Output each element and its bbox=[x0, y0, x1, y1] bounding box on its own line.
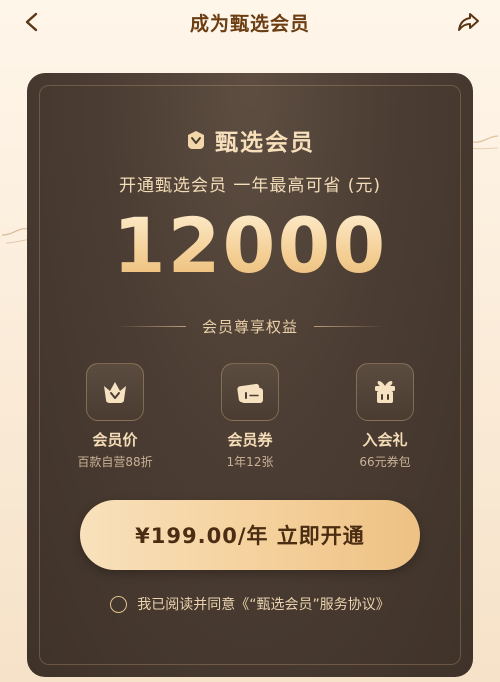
benefit-desc: 百款自营88折 bbox=[77, 455, 153, 469]
coupon-icon bbox=[237, 383, 263, 403]
gift-icon bbox=[375, 381, 395, 403]
benefit-title: 入会礼 bbox=[362, 431, 408, 449]
agreement-text[interactable]: 我已阅读并同意《“甄选会员”服务协议》 bbox=[137, 594, 390, 614]
agreement-checkbox[interactable] bbox=[110, 595, 128, 613]
benefit-member-price[interactable]: 会员价 百款自营88折 bbox=[55, 363, 175, 470]
benefits-header: 会员尊享权益 bbox=[27, 316, 473, 337]
back-button[interactable] bbox=[18, 8, 46, 36]
membership-card: 甄选会员 开通甄选会员 一年最高可省 (元) 12000 会员尊享权益 会员价 … bbox=[27, 73, 473, 677]
agreement-row: 我已阅读并同意《“甄选会员”服务协议》 bbox=[27, 594, 473, 614]
subscribe-button[interactable]: ¥199.00/年 立即开通 bbox=[80, 500, 420, 570]
page-title: 成为甄选会员 bbox=[189, 12, 310, 35]
benefit-title: 会员价 bbox=[92, 431, 138, 449]
share-arrow-icon bbox=[458, 13, 479, 31]
benefit-desc: 66元券包 bbox=[359, 455, 411, 469]
benefit-desc: 1年12张 bbox=[226, 455, 274, 469]
benefit-icon-box bbox=[356, 363, 414, 421]
benefits-row: 会员价 百款自营88折 会员券 1年12张 入会礼 66元券包 bbox=[27, 363, 473, 473]
benefits-header-text: 会员尊享权益 bbox=[201, 318, 298, 336]
chevron-left-icon bbox=[25, 12, 38, 32]
brand-row: 甄选会员 bbox=[27, 123, 473, 157]
brand-name: 甄选会员 bbox=[215, 130, 315, 156]
crown-icon bbox=[104, 382, 126, 403]
share-button[interactable] bbox=[454, 7, 484, 37]
benefit-icon-box bbox=[86, 363, 144, 421]
benefit-member-coupon[interactable]: 会员券 1年12张 bbox=[190, 363, 310, 470]
divider-left bbox=[115, 326, 186, 327]
top-nav: 成为甄选会员 bbox=[0, 0, 500, 44]
membership-badge-icon bbox=[188, 131, 204, 149]
savings-amount: 12000 bbox=[27, 201, 473, 290]
divider-right bbox=[314, 326, 384, 327]
benefit-welcome-gift[interactable]: 入会礼 66元券包 bbox=[325, 363, 445, 470]
benefit-title: 会员券 bbox=[227, 431, 273, 449]
benefit-icon-box bbox=[221, 363, 279, 421]
savings-subtitle: 开通甄选会员 一年最高可省 (元) bbox=[118, 176, 382, 196]
